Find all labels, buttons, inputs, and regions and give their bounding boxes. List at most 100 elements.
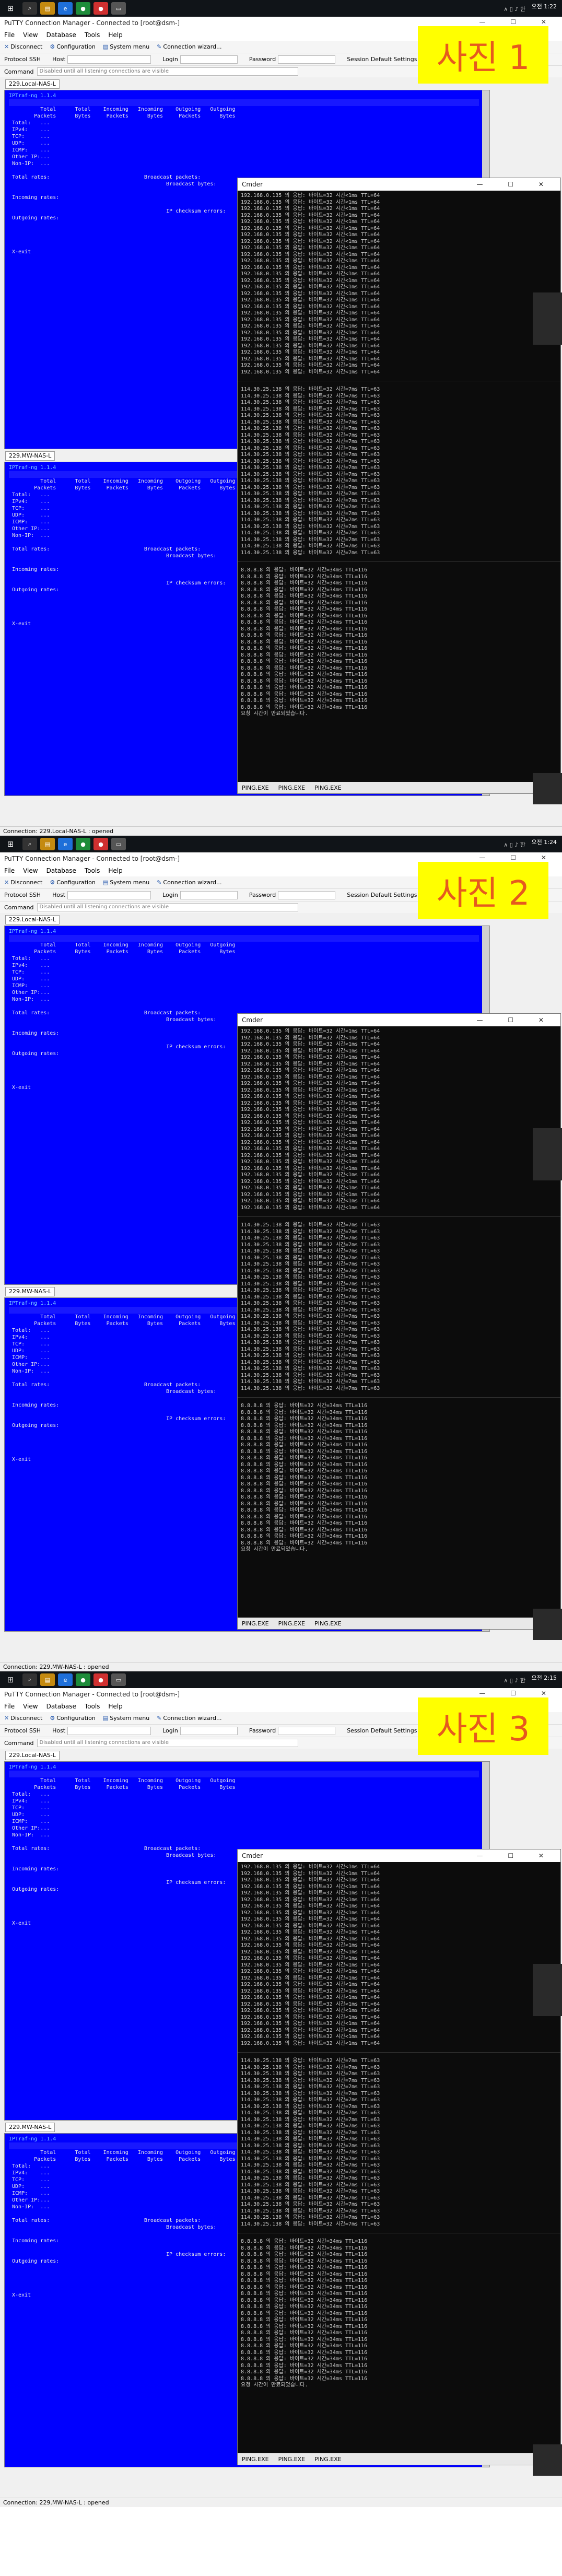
session-field[interactable]: Session Default Settings	[347, 56, 417, 63]
menu-item[interactable]: Help	[108, 1703, 122, 1710]
cmder-window[interactable]: Cmder — ☐ ✕ 192.168.0.135 의 응답: 바이트=32 시…	[237, 178, 561, 794]
configuration-button[interactable]: ⚙ Configuration	[50, 879, 95, 886]
command-input[interactable]: Disabled until all listening connections…	[37, 1739, 298, 1747]
menu-item[interactable]: View	[23, 867, 38, 874]
photo-label: 사진 1	[418, 26, 548, 84]
app-icon[interactable]: ●	[76, 1673, 90, 1686]
login-field[interactable]: Login	[162, 1726, 238, 1735]
host-field[interactable]: Host	[52, 891, 151, 899]
system-menu-button[interactable]: ▤ System menu	[103, 1715, 149, 1722]
windows-start-icon[interactable]: ⊞	[0, 1671, 21, 1688]
protocol-field[interactable]: Protocol SSH	[4, 892, 41, 898]
window-controls[interactable]: — ☐ ✕	[479, 18, 558, 26]
app-icon[interactable]: ●	[93, 838, 108, 850]
menu-item[interactable]: Tools	[85, 1703, 100, 1710]
side-thumbnail	[533, 292, 562, 345]
folder-icon[interactable]: ▤	[40, 1673, 55, 1686]
ping-remote-output: 114.30.25.138 의 응답: 바이트=32 시간=7ms TTL=63…	[241, 2058, 380, 2227]
login-field[interactable]: Login	[162, 55, 238, 64]
menu-item[interactable]: File	[4, 1703, 15, 1710]
search-icon[interactable]: ⌕	[22, 2, 37, 15]
app-icon[interactable]: ●	[76, 2, 90, 15]
ping-local-output: 192.168.0.135 의 응답: 바이트=32 시간<1ms TTL=64…	[241, 193, 380, 375]
system-menu-button[interactable]: ▤ System menu	[103, 879, 149, 886]
menu-item[interactable]: Database	[46, 1703, 76, 1710]
session-field[interactable]: Session Default Settings	[347, 892, 417, 898]
menu-item[interactable]: Help	[108, 31, 122, 39]
command-input[interactable]: Disabled until all listening connections…	[37, 903, 298, 911]
protocol-field[interactable]: Protocol SSH	[4, 56, 41, 63]
cmder-tab[interactable]: PING.EXE	[278, 2456, 306, 2463]
cmder-tab[interactable]: PING.EXE	[278, 1620, 306, 1627]
menu-item[interactable]: Tools	[85, 867, 100, 874]
search-icon[interactable]: ⌕	[22, 838, 37, 850]
disconnect-button[interactable]: ✕ Disconnect	[4, 1715, 42, 1722]
system-menu-button[interactable]: ▤ System menu	[103, 43, 149, 50]
menu-item[interactable]: Database	[46, 867, 76, 874]
command-input[interactable]: Disabled until all listening connections…	[37, 67, 298, 76]
cmder-tab[interactable]: PING.EXE	[242, 1620, 269, 1627]
search-icon[interactable]: ⌕	[22, 1673, 37, 1686]
session-tab[interactable]: 229.MW-NAS-L	[5, 2123, 55, 2132]
window-controls[interactable]: — ☐ ✕	[477, 181, 555, 188]
window-controls[interactable]: — ☐ ✕	[477, 1852, 555, 1859]
session-tab[interactable]: 229.MW-NAS-L	[5, 1287, 55, 1296]
taskbar: ⊞ ⌕ ▤ e ● ● ▭ ∧ ▯ ♪ 한 오전 1:24	[0, 836, 562, 852]
folder-icon[interactable]: ▤	[40, 2, 55, 15]
folder-icon[interactable]: ▤	[40, 838, 55, 850]
terminal-icon[interactable]: ▭	[111, 2, 126, 15]
app-icon[interactable]: ●	[93, 1673, 108, 1686]
cmder-window[interactable]: Cmder — ☐ ✕ 192.168.0.135 의 응답: 바이트=32 시…	[237, 1013, 561, 1630]
window-controls[interactable]: — ☐ ✕	[479, 1690, 558, 1697]
host-field[interactable]: Host	[52, 55, 151, 64]
cmder-tab[interactable]: PING.EXE	[242, 2456, 269, 2463]
cmder-tabs: PING.EXE PING.EXE PING.EXE	[238, 782, 561, 793]
cmder-window[interactable]: Cmder — ☐ ✕ 192.168.0.135 의 응답: 바이트=32 시…	[237, 1849, 561, 2465]
terminal-icon[interactable]: ▭	[111, 1673, 126, 1686]
cmder-tab[interactable]: PING.EXE	[242, 784, 269, 791]
cmder-titlebar: Cmder — ☐ ✕	[238, 1014, 560, 1026]
app-icon[interactable]: ●	[76, 838, 90, 850]
session-tab[interactable]: 229.Local-NAS-L	[5, 915, 60, 924]
window-controls[interactable]: — ☐ ✕	[477, 1016, 555, 1024]
windows-start-icon[interactable]: ⊞	[0, 836, 21, 852]
login-field[interactable]: Login	[162, 891, 238, 899]
session-field[interactable]: Session Default Settings	[347, 1727, 417, 1734]
host-field[interactable]: Host	[52, 1726, 151, 1735]
ping-remote-output: 114.30.25.138 의 응답: 바이트=32 시간=7ms TTL=63…	[241, 387, 380, 556]
menu-item[interactable]: Database	[46, 31, 76, 39]
photo-label: 사진 3	[418, 1697, 548, 1755]
menu-item[interactable]: File	[4, 31, 15, 39]
window-controls[interactable]: — ☐ ✕	[479, 854, 558, 861]
cmder-tab[interactable]: PING.EXE	[314, 784, 342, 791]
configuration-button[interactable]: ⚙ Configuration	[50, 43, 95, 50]
status-bar: Connection: 229.MW-NAS-L : opened	[0, 2498, 562, 2507]
menu-item[interactable]: View	[23, 1703, 38, 1710]
menu-item[interactable]: Tools	[85, 31, 100, 39]
password-field[interactable]: Password	[249, 891, 336, 899]
session-tab[interactable]: 229.MW-NAS-L	[5, 451, 55, 461]
edge-icon[interactable]: e	[58, 838, 73, 850]
windows-start-icon[interactable]: ⊞	[0, 0, 21, 17]
menu-item[interactable]: Help	[108, 867, 122, 874]
menu-item[interactable]: File	[4, 867, 15, 874]
edge-icon[interactable]: e	[58, 2, 73, 15]
password-field[interactable]: Password	[249, 1726, 336, 1735]
edge-icon[interactable]: e	[58, 1673, 73, 1686]
disconnect-button[interactable]: ✕ Disconnect	[4, 43, 42, 50]
cmder-tab[interactable]: PING.EXE	[278, 784, 306, 791]
connection-wizard-button[interactable]: ✎ Connection wizard...	[157, 879, 221, 886]
cmder-tab[interactable]: PING.EXE	[314, 2456, 342, 2463]
app-icon[interactable]: ●	[93, 2, 108, 15]
disconnect-button[interactable]: ✕ Disconnect	[4, 879, 42, 886]
session-tab[interactable]: 229.Local-NAS-L	[5, 79, 60, 89]
connection-wizard-button[interactable]: ✎ Connection wizard...	[157, 1715, 221, 1722]
terminal-icon[interactable]: ▭	[111, 838, 126, 850]
password-field[interactable]: Password	[249, 55, 336, 64]
menu-item[interactable]: View	[23, 31, 38, 39]
connection-wizard-button[interactable]: ✎ Connection wizard...	[157, 43, 221, 50]
cmder-tab[interactable]: PING.EXE	[314, 1620, 342, 1627]
configuration-button[interactable]: ⚙ Configuration	[50, 1715, 95, 1722]
protocol-field[interactable]: Protocol SSH	[4, 1727, 41, 1734]
session-tab[interactable]: 229.Local-NAS-L	[5, 1751, 60, 1760]
